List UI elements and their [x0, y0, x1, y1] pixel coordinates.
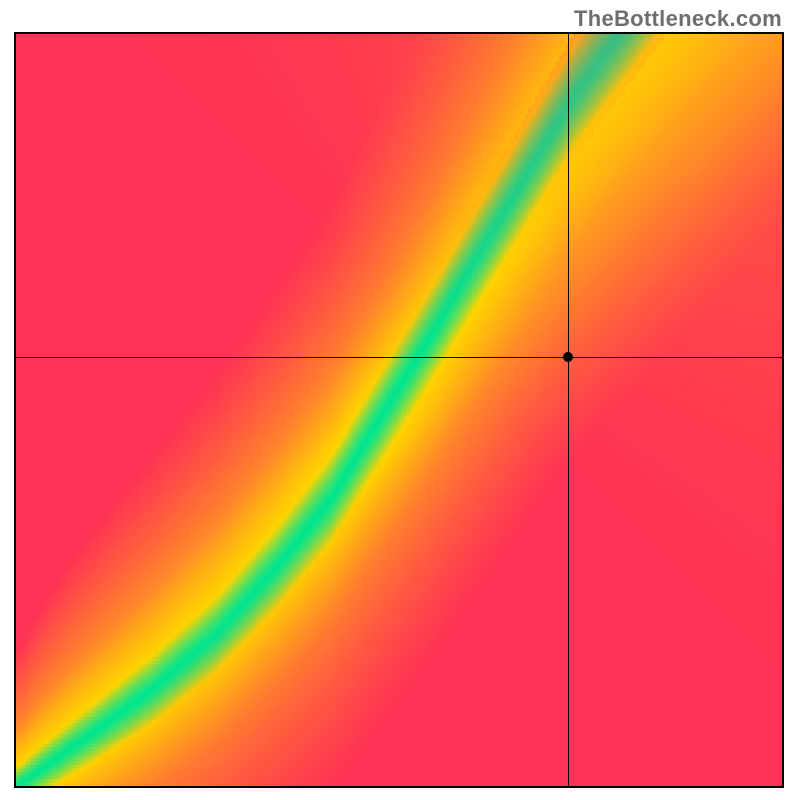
chart-container: TheBottleneck.com: [0, 0, 800, 800]
plot-frame: [14, 32, 784, 788]
watermark-text: TheBottleneck.com: [574, 6, 782, 32]
